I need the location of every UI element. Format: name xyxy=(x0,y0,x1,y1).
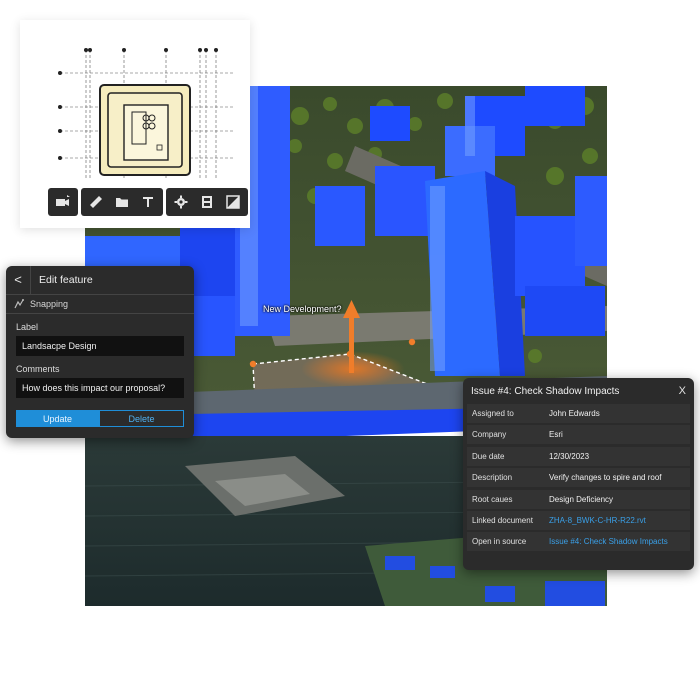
issue-panel-header: Issue #4: Check Shadow Impacts X xyxy=(463,378,694,404)
attribute-key: Assigned to xyxy=(472,409,514,418)
camera-icon[interactable] xyxy=(50,189,76,215)
layers-icon[interactable] xyxy=(220,189,246,215)
delete-button[interactable]: Delete xyxy=(99,410,184,427)
issue-attributes: Assigned to John Edwards Company Esri Du… xyxy=(463,404,694,552)
attribute-key: Company xyxy=(472,430,507,440)
back-button[interactable]: < xyxy=(6,266,31,294)
table-row: Due date 12/30/2023 xyxy=(467,446,690,466)
toolbar-group-settings xyxy=(166,188,248,216)
attribute-key: Root caues xyxy=(472,494,513,504)
edit-panel-title: Edit feature xyxy=(39,274,93,286)
attribute-key: Description xyxy=(472,473,513,483)
close-button[interactable]: X xyxy=(679,385,686,397)
snapping-icon xyxy=(14,299,24,309)
table-row: Company Esri xyxy=(467,425,690,445)
attribute-value: Esri xyxy=(549,430,563,440)
table-row: Root caues Design Deficiency xyxy=(467,489,690,509)
edit-panel-header: < Edit feature xyxy=(6,266,194,295)
table-row: Linked document ZHA-8_BWK-C-HR-R22.rvt xyxy=(467,510,690,530)
toolbar-group-camera xyxy=(48,188,78,216)
attribute-value: Verify changes to spire and roof xyxy=(549,473,662,483)
attribute-value: John Edwards xyxy=(549,409,600,418)
snapping-toggle[interactable]: Snapping xyxy=(6,295,194,314)
edit-actions: Update Delete xyxy=(16,410,184,427)
issue-title: Issue #4: Check Shadow Impacts xyxy=(471,385,620,397)
attribute-value: 12/30/2023 xyxy=(549,451,590,461)
label-input[interactable]: Landsacpe Design xyxy=(16,336,184,356)
attribute-key: Open in source xyxy=(472,537,527,547)
folder-icon[interactable] xyxy=(109,189,135,215)
issue-panel: Issue #4: Check Shadow Impacts X Assigne… xyxy=(463,378,694,570)
plan-toolbar xyxy=(48,188,248,216)
attribute-value: Design Deficiency xyxy=(549,494,614,504)
save-icon[interactable] xyxy=(194,189,220,215)
attribute-key: Linked document xyxy=(472,515,533,525)
floor-plan-card xyxy=(20,20,250,228)
ruler-icon[interactable] xyxy=(83,189,109,215)
comments-input[interactable]: How does this impact our proposal? xyxy=(16,378,184,398)
table-row: Open in source Issue #4: Check Shadow Im… xyxy=(467,532,690,552)
open-in-source-link[interactable]: Issue #4: Check Shadow Impacts xyxy=(549,537,690,546)
table-row: Description Verify changes to spire and … xyxy=(467,468,690,488)
gear-icon[interactable] xyxy=(168,189,194,215)
map-annotation: New Development? xyxy=(263,304,342,314)
attribute-key: Due date xyxy=(472,451,505,461)
update-button[interactable]: Update xyxy=(16,410,99,427)
label-caption: Label xyxy=(16,322,39,332)
table-row: Assigned to John Edwards xyxy=(467,404,690,423)
linked-document-link[interactable]: ZHA-8_BWK-C-HR-R22.rvt xyxy=(549,516,690,525)
text-icon[interactable] xyxy=(135,189,161,215)
toolbar-group-tools xyxy=(81,188,163,216)
comments-caption: Comments xyxy=(16,364,60,374)
snapping-label: Snapping xyxy=(30,299,69,309)
edit-feature-panel: < Edit feature Snapping Label Landsacpe … xyxy=(6,266,194,438)
